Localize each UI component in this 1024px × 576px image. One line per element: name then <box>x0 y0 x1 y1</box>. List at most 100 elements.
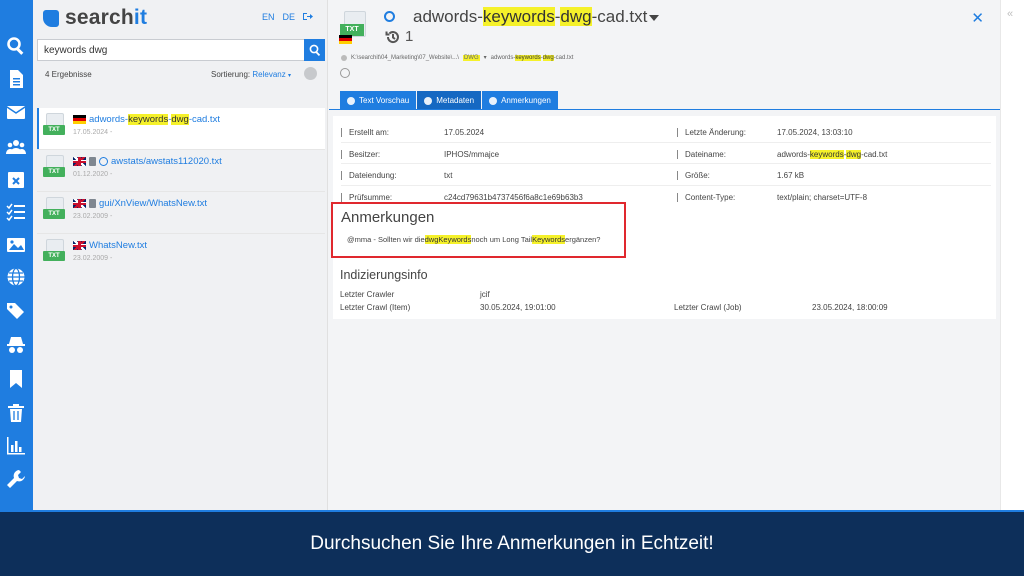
last-crawler-label: Letzter Crawler <box>340 290 395 299</box>
version-history[interactable]: 1 <box>385 28 413 45</box>
wrench-icon[interactable] <box>5 468 27 490</box>
globe-icon[interactable] <box>5 266 27 288</box>
path-file[interactable]: adwords-keywords-dwg-cad.txt <box>491 54 573 61</box>
indexing-row: Letzter Crawler jcif <box>340 290 990 303</box>
indexing-heading: Indizierungsinfo <box>340 268 428 282</box>
sort-value[interactable]: Relevanz <box>252 70 285 79</box>
search-icon <box>309 44 320 56</box>
txt-file-icon: TXT <box>43 239 67 265</box>
metadata-row: Dateiendung: txt Größe: 1.67 kB <box>341 164 991 186</box>
tab-metadata[interactable]: Metadaten <box>417 91 482 110</box>
logo-mark-icon <box>43 9 59 27</box>
search-icon[interactable] <box>5 35 27 57</box>
result-title[interactable]: WhatsNew.txt <box>89 240 147 251</box>
results-list: TXT adwords-keywords-dwg-cad.txt 17.05.2… <box>37 108 325 276</box>
info-icon <box>424 96 433 105</box>
app-logo: searchit <box>43 6 147 29</box>
tags-icon[interactable] <box>5 300 27 322</box>
txt-file-icon: TXT <box>43 197 67 223</box>
meta-key: Größe: <box>677 171 710 180</box>
promo-banner: Durchsuchen Sie Ihre Anmerkungen in Echt… <box>0 510 1024 576</box>
flag-gb-icon <box>73 199 86 208</box>
meta-key: Letzte Änderung: <box>677 128 746 137</box>
version-number: 1 <box>405 28 414 45</box>
clear-filter-icon[interactable] <box>304 67 317 80</box>
image-icon[interactable] <box>5 234 27 256</box>
meta-key: Prüfsumme: <box>341 192 392 202</box>
meta-key: Content-Type: <box>677 192 735 202</box>
indexing-info: Indizierungsinfo Letzter Crawler jcif Le… <box>340 268 990 316</box>
path-icon <box>341 54 347 61</box>
info-icon <box>489 96 498 105</box>
result-title[interactable]: adwords-keywords-dwg-cad.txt <box>89 114 220 125</box>
meta-key: Besitzer: <box>341 149 380 159</box>
sort-caret-icon: ▾ <box>287 73 291 79</box>
document-title[interactable]: adwords-keywords-dwg-cad.txt <box>413 7 660 27</box>
path-prefix[interactable]: K:\searchit\04_Marketing\07_Website\...\ <box>351 55 459 61</box>
last-crawl-item-label: Letzter Crawl (Item) <box>340 303 411 312</box>
flag-de-icon <box>73 115 86 124</box>
tab-text-preview[interactable]: Text Vorschau <box>340 91 417 110</box>
tab-divider <box>329 109 1000 110</box>
annotation-text: @mma - Sollten wir diedwgKeywordsnoch um… <box>347 235 601 244</box>
calendar-icon[interactable] <box>5 168 27 190</box>
result-item[interactable]: TXT WhatsNew.txt 23.02.2009 - <box>37 234 325 276</box>
sort-control[interactable]: Sortierung: Relevanz ▾ <box>211 70 291 79</box>
bookmark-icon[interactable] <box>5 368 27 390</box>
flag-gb-icon <box>73 157 86 166</box>
breadcrumb: K:\searchit\04_Marketing\07_Website\...\… <box>341 54 573 61</box>
result-title[interactable]: gui/XnView/WhatsNew.txt <box>99 198 207 209</box>
sort-label: Sortierung: <box>211 70 251 79</box>
result-count: 4 Ergebnisse <box>45 70 92 79</box>
title-dropdown-icon[interactable] <box>649 14 660 21</box>
last-crawl-job-label: Letzter Crawl (Job) <box>674 303 742 312</box>
indexing-row: Letzter Crawl (Item) 30.05.2024, 19:01:0… <box>340 303 990 316</box>
path-dir-caret-icon[interactable]: ▾ <box>484 54 487 61</box>
result-title[interactable]: awstats/awstats112020.txt <box>111 156 222 167</box>
tab-annotations[interactable]: Anmerkungen <box>482 91 558 110</box>
meta-key: Erstellt am: <box>341 128 389 137</box>
metadata-table: Erstellt am: 17.05.2024 Letzte Änderung:… <box>341 121 991 207</box>
flag-gb-icon <box>73 241 86 250</box>
users-icon[interactable] <box>5 136 27 158</box>
path-dir[interactable]: DWG <box>462 54 480 61</box>
archive-icon <box>89 157 96 166</box>
chart-icon[interactable] <box>5 434 27 456</box>
web-icon <box>99 157 108 166</box>
language-switcher: EN DE <box>262 12 313 22</box>
lang-de-link[interactable]: DE <box>282 12 295 22</box>
annotations-heading: Anmerkungen <box>341 209 435 226</box>
logout-icon[interactable] <box>303 12 313 21</box>
search-bar <box>37 39 325 61</box>
metadata-row: Besitzer: IPHOS/mmajce Dateiname: adword… <box>341 143 991 164</box>
link-icon[interactable] <box>340 68 350 78</box>
checklist-icon[interactable] <box>5 201 27 223</box>
result-item[interactable]: TXT awstats/awstats112020.txt 01.12.2020… <box>37 150 325 192</box>
icon-rail <box>0 0 33 510</box>
search-button[interactable] <box>304 39 325 61</box>
history-icon <box>385 30 399 43</box>
last-crawl-job-value: 23.05.2024, 18:00:09 <box>812 303 888 312</box>
meta-value: 1.67 kB <box>777 171 805 180</box>
mail-icon[interactable] <box>5 101 27 123</box>
lang-en-link[interactable]: EN <box>262 12 275 22</box>
close-icon[interactable]: ✕ <box>971 9 984 27</box>
spy-icon[interactable] <box>5 334 27 356</box>
annotations-box: Anmerkungen @mma - Sollten wir diedwgKey… <box>331 202 626 258</box>
meta-value: c24cd79631b4737456f6a8c1e69b63b3 <box>444 192 583 202</box>
collapsed-sidebar: « <box>1000 0 1024 510</box>
result-date: 17.05.2024 - <box>73 129 113 136</box>
result-item[interactable]: TXT gui/XnView/WhatsNew.txt 23.02.2009 - <box>37 192 325 234</box>
meta-value: text/plain; charset=UTF-8 <box>777 192 868 202</box>
search-input[interactable] <box>37 39 304 61</box>
meta-value: txt <box>444 171 453 180</box>
result-date: 23.02.2009 - <box>73 255 113 262</box>
expand-chevron-icon[interactable]: « <box>1007 8 1013 20</box>
document-icon[interactable] <box>5 68 27 90</box>
archive-icon <box>89 199 96 208</box>
txt-file-icon: TXT <box>339 11 369 44</box>
result-item[interactable]: TXT adwords-keywords-dwg-cad.txt 17.05.2… <box>37 108 325 150</box>
trash-icon[interactable] <box>5 402 27 424</box>
search-panel: searchit EN DE 4 Ergebnisse Sortierung: … <box>33 0 328 510</box>
flag-de-icon <box>339 35 352 44</box>
